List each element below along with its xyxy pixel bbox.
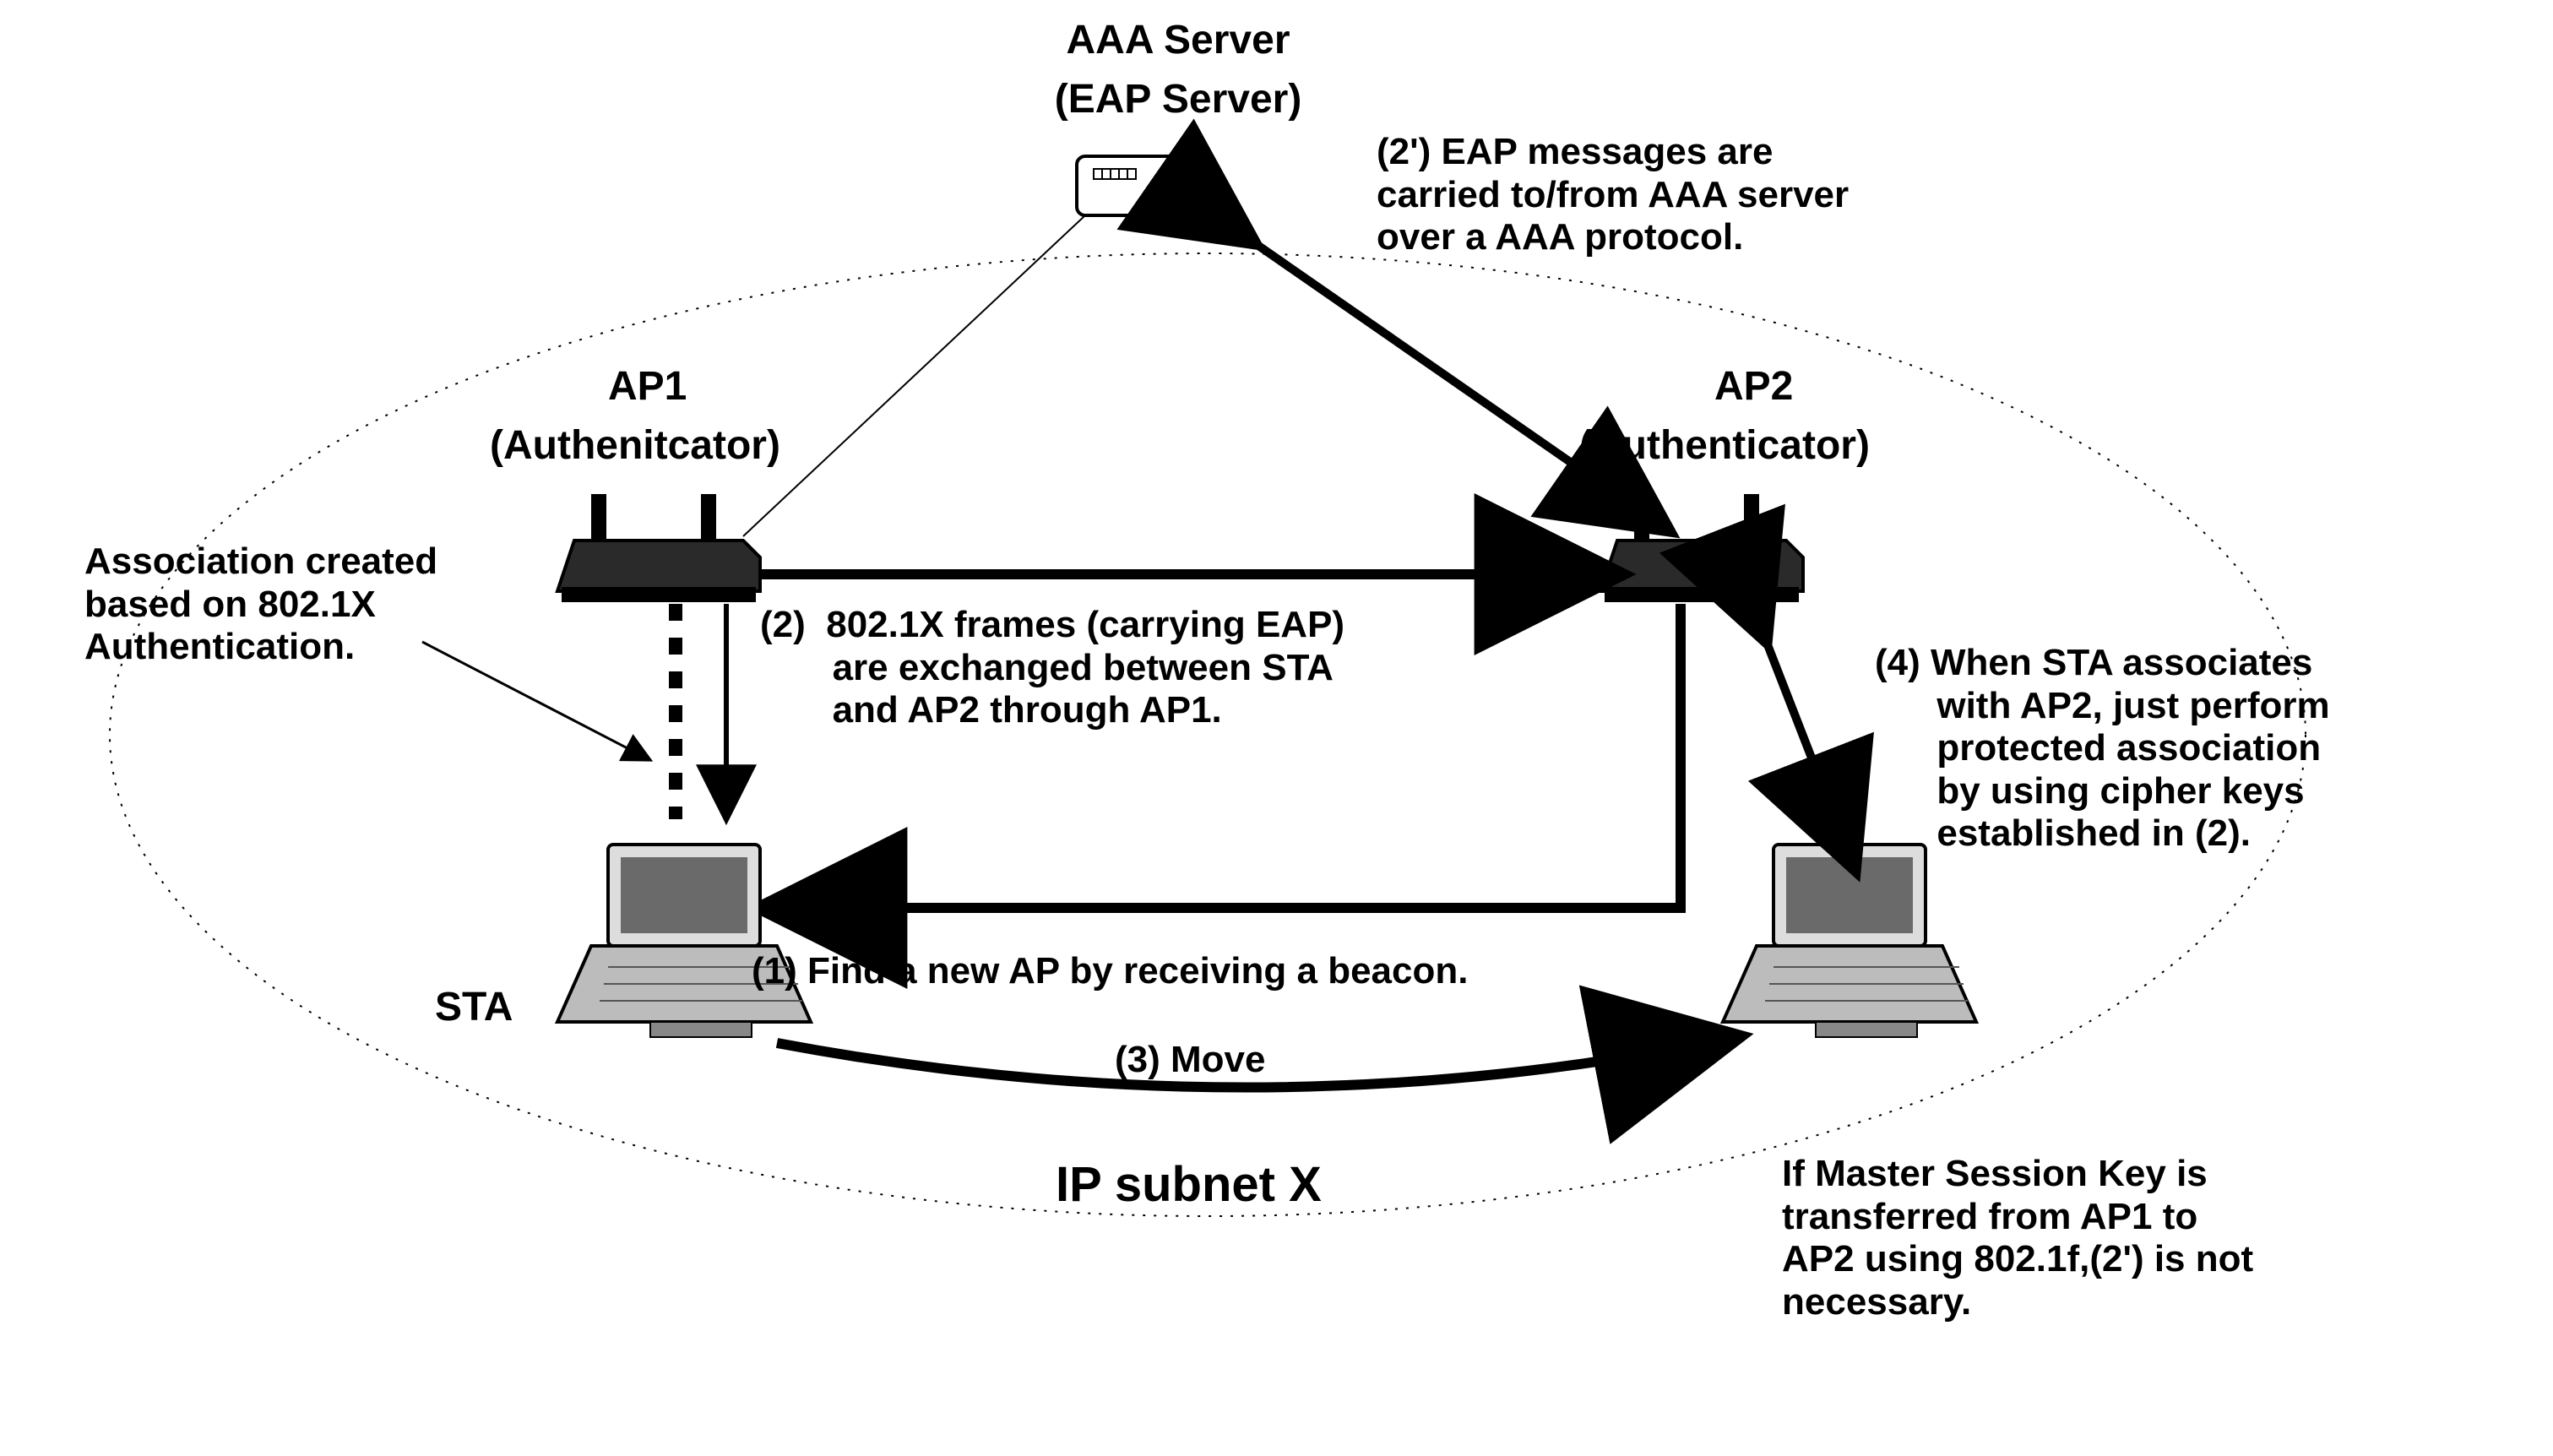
sta-moved-laptop-icon	[1723, 845, 1976, 1037]
ap1-icon	[557, 494, 760, 602]
note-msk: If Master Session Key is transferred fro…	[1782, 1153, 2253, 1323]
ap2-title-2: (Authenticator)	[1579, 422, 1870, 469]
ap2-icon	[1600, 494, 1803, 602]
ap1-title-1: AP1	[608, 363, 687, 410]
ap2-title-1: AP2	[1714, 363, 1793, 410]
sta-laptop-icon	[557, 845, 811, 1037]
note-step4: (4) When STA associates with AP2, just p…	[1875, 642, 2330, 856]
note-eap-carry: (2') EAP messages are carried to/from AA…	[1377, 131, 1849, 259]
arrow-ap2-sta2	[1757, 617, 1845, 845]
aaa-server-title-2: (EAP Server)	[1009, 76, 1347, 122]
note-step2: (2) 802.1X frames (carrying EAP) are exc…	[760, 604, 1344, 732]
aaa-server-title-1: AAA Server	[1009, 17, 1347, 63]
arrow-assoc-note	[422, 642, 650, 760]
subnet-label: IP subnet X	[1056, 1157, 1322, 1214]
aaa-server-icon	[1077, 156, 1212, 215]
note-assoc-created: Association created based on 802.1X Auth…	[84, 541, 437, 669]
ap1-title-2: (Authenitcator)	[490, 422, 780, 469]
note-step3: (3) Move	[1115, 1039, 1265, 1082]
sta-label: STA	[435, 984, 513, 1030]
diagram-canvas: { "server": { "title_line1": "AAA Server…	[0, 0, 2553, 1456]
arrow-server-ap2	[1233, 228, 1647, 515]
note-step1: (1) Find a new AP by receiving a beacon.	[752, 950, 1468, 993]
line-server-ap1	[743, 215, 1085, 536]
